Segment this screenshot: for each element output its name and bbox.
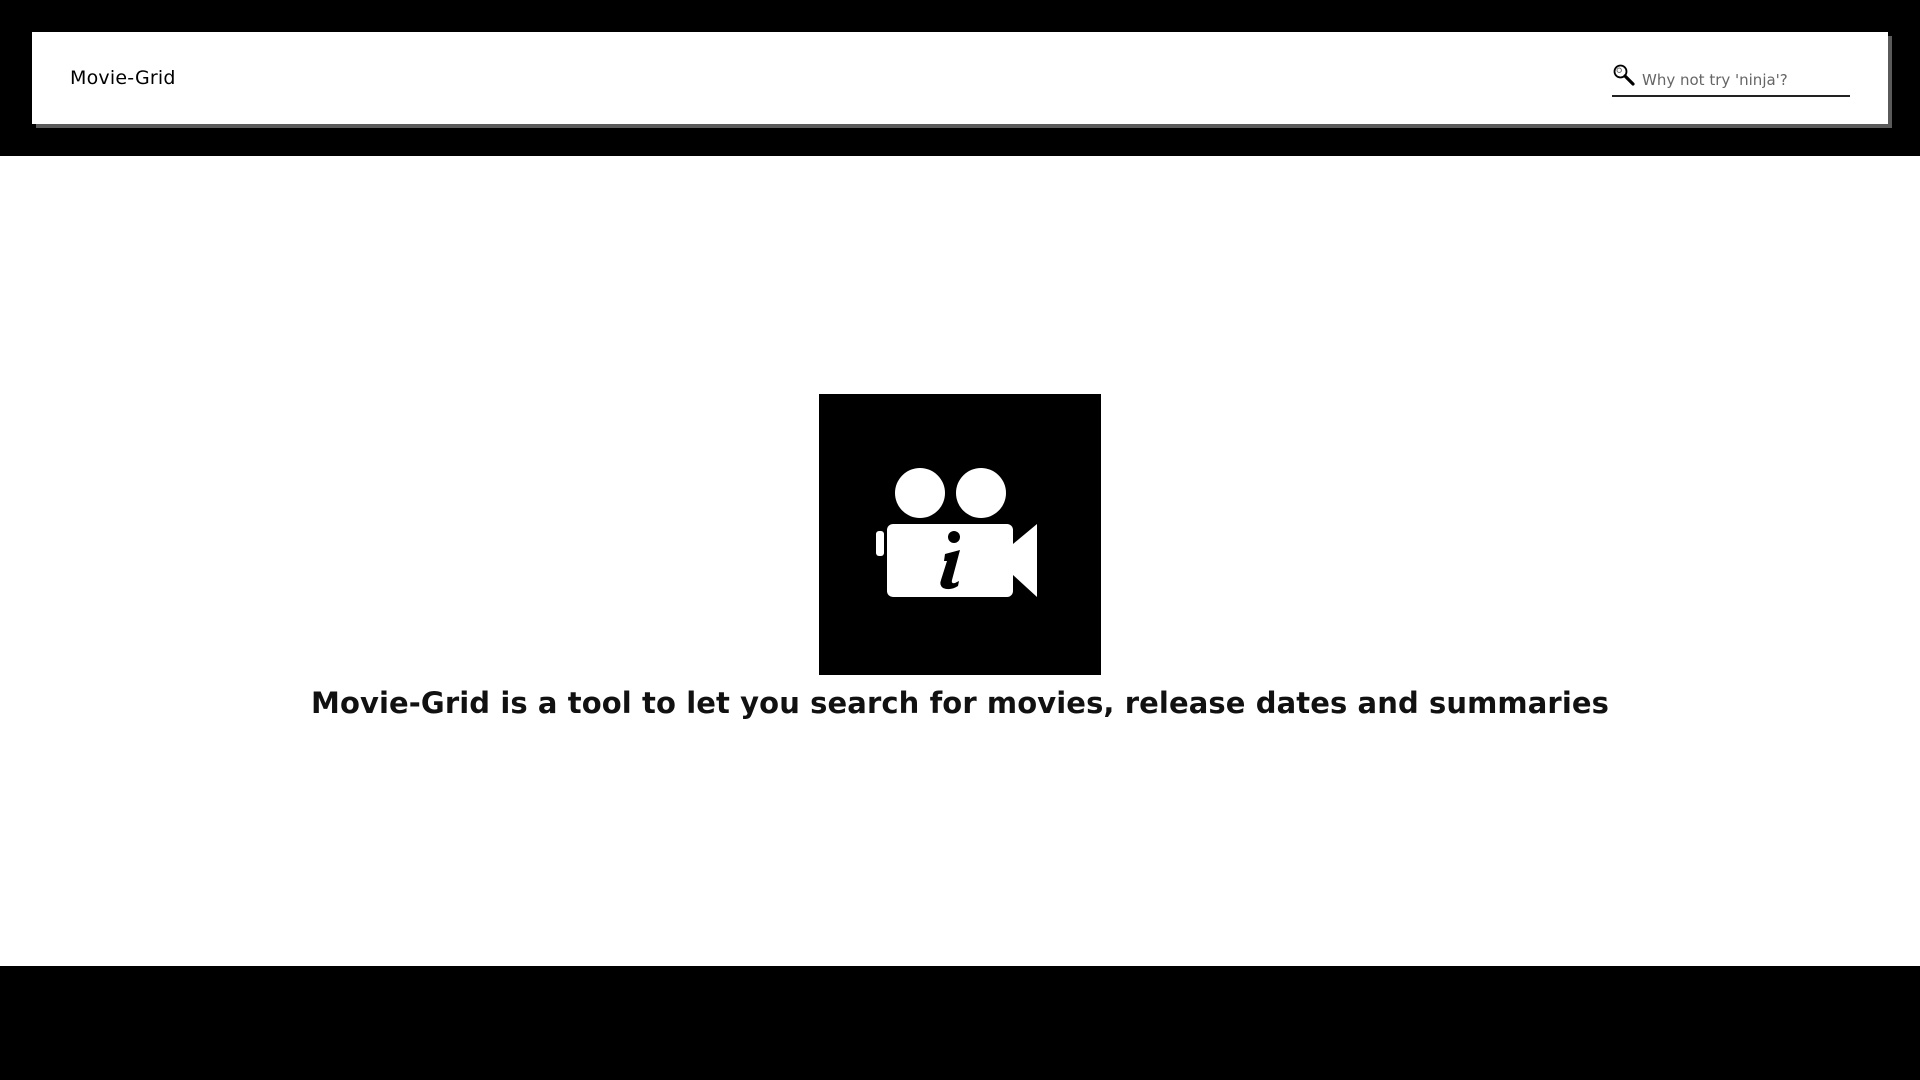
navbar: Movie-Grid bbox=[32, 32, 1888, 124]
search-input[interactable] bbox=[1636, 71, 1842, 89]
page: Movie-Grid Why not try 'ninja'? Movie-Gr… bbox=[0, 0, 1920, 1080]
search-bar bbox=[1612, 61, 1850, 97]
tagline: Movie-Grid is a tool to let you search f… bbox=[310, 686, 1609, 720]
brand-link[interactable]: Movie-Grid bbox=[70, 67, 176, 89]
footer-band bbox=[0, 966, 1920, 1080]
logo bbox=[819, 394, 1101, 675]
search-icon[interactable] bbox=[1612, 63, 1636, 87]
main-content: Movie-Grid is a tool to let you search f… bbox=[0, 156, 1920, 966]
header-band: Movie-Grid bbox=[0, 0, 1920, 156]
movie-camera-info-icon bbox=[876, 468, 1037, 597]
